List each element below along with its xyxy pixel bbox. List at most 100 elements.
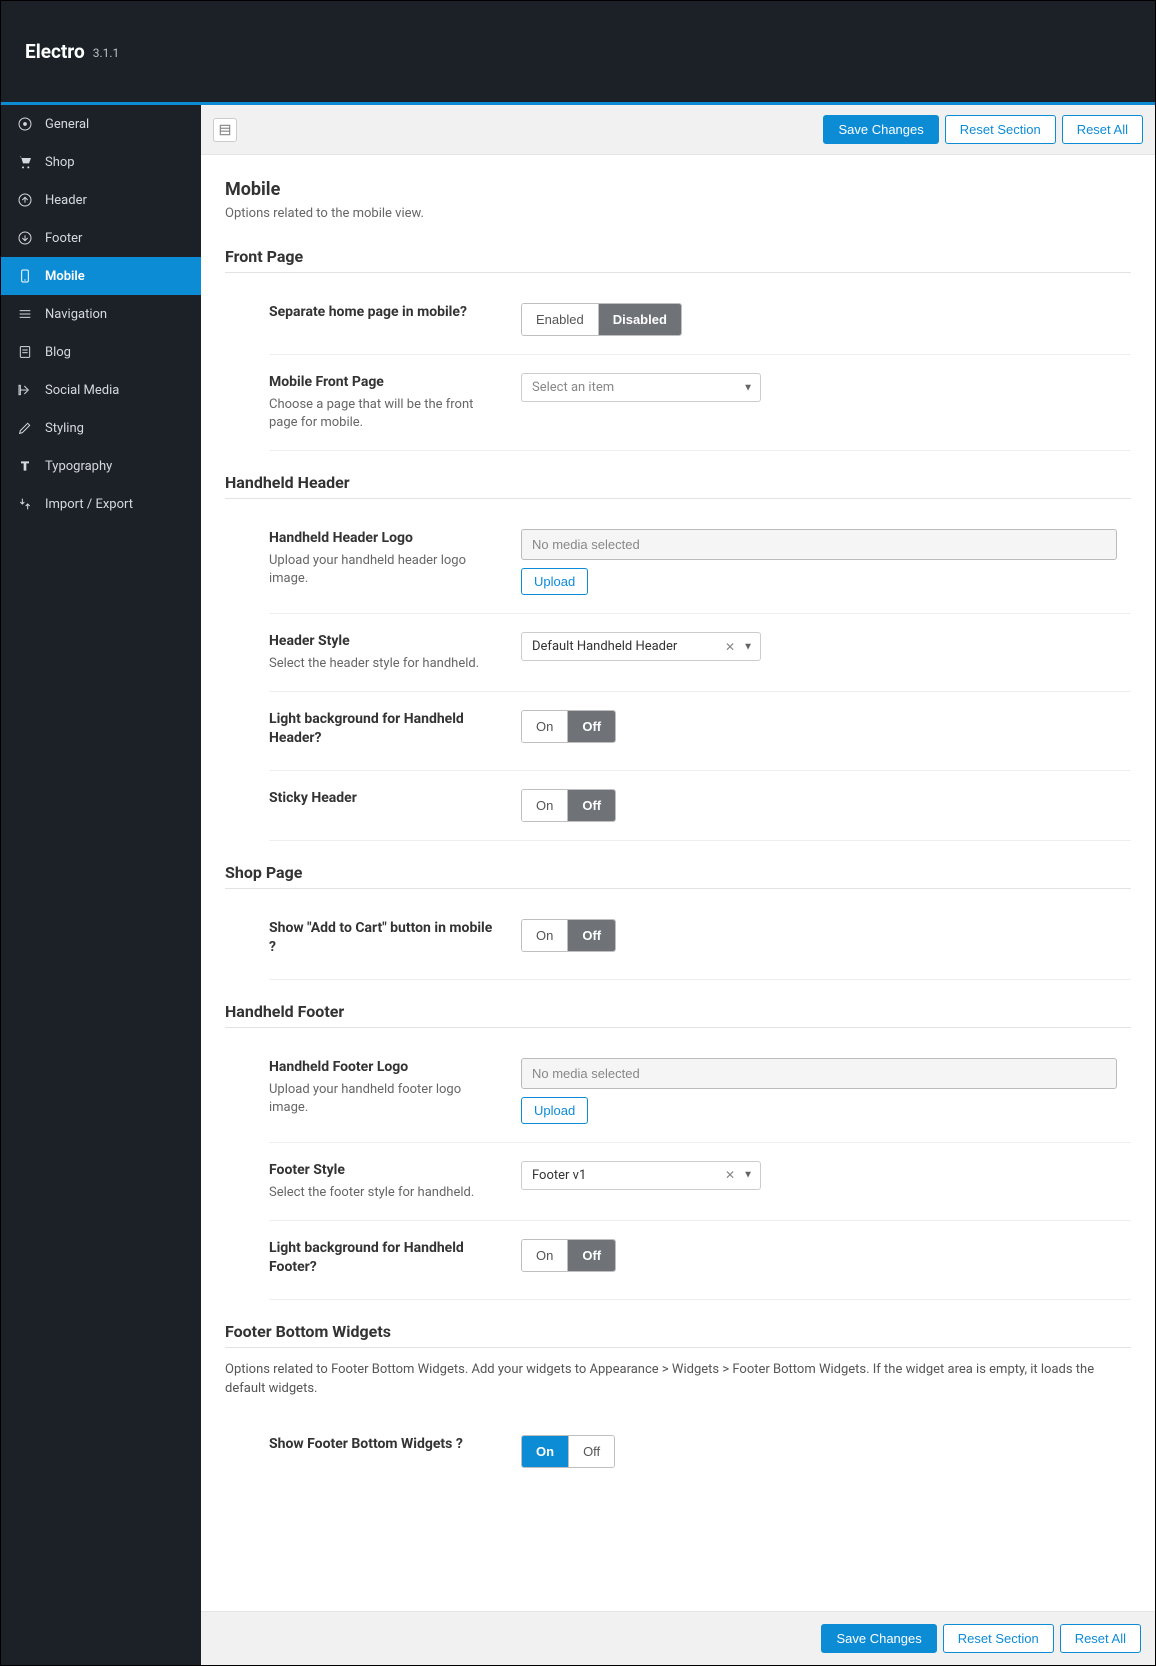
- toggle-on[interactable]: On: [522, 711, 567, 742]
- upload-button[interactable]: Upload: [521, 1097, 588, 1124]
- toggle-enabled[interactable]: Enabled: [522, 304, 598, 335]
- sidebar-item-styling[interactable]: Styling: [1, 409, 201, 447]
- sidebar-item-shop[interactable]: Shop: [1, 143, 201, 181]
- select-value: Select an item: [521, 373, 761, 402]
- toggle-off[interactable]: Off: [568, 1436, 614, 1467]
- toggle-disabled[interactable]: Disabled: [598, 304, 681, 335]
- upload-button[interactable]: Upload: [521, 568, 588, 595]
- section-heading-front-page: Front Page: [225, 247, 1131, 266]
- section-heading-footer-widgets: Footer Bottom Widgets: [225, 1322, 1131, 1341]
- toggle-off[interactable]: Off: [567, 920, 615, 951]
- field-label: Mobile Front Page: [269, 373, 501, 392]
- divider: [225, 1027, 1131, 1028]
- section-note: Options related to Footer Bottom Widgets…: [225, 1360, 1131, 1399]
- settings-panel: Mobile Options related to the mobile vie…: [201, 155, 1155, 1611]
- save-button[interactable]: Save Changes: [823, 115, 938, 144]
- toggle-off[interactable]: Off: [567, 790, 615, 821]
- media-input-header-logo[interactable]: [521, 529, 1117, 560]
- sidebar-item-footer[interactable]: Footer: [1, 219, 201, 257]
- sidebar-item-label: General: [45, 117, 89, 132]
- toggle-on[interactable]: On: [522, 1240, 567, 1271]
- sidebar: General Shop Header Footer Mobile Naviga…: [1, 105, 201, 1665]
- main: Save Changes Reset Section Reset All Mob…: [201, 105, 1155, 1665]
- app-header: Electro 3.1.1: [1, 1, 1155, 105]
- field-handheld-footer-logo: Handheld Footer Logo Upload your handhel…: [269, 1040, 1131, 1143]
- field-label: Light background for Handheld Header?: [269, 710, 501, 748]
- pencil-icon: [17, 420, 33, 436]
- reset-all-button[interactable]: Reset All: [1062, 115, 1143, 144]
- select-mobile-front-page[interactable]: Select an item ▼: [521, 373, 761, 402]
- select-header-style[interactable]: Default Handheld Header ✕ ▼: [521, 632, 761, 661]
- sidebar-item-general[interactable]: General: [1, 105, 201, 143]
- clear-icon[interactable]: ✕: [725, 1168, 735, 1182]
- sidebar-item-navigation[interactable]: Navigation: [1, 295, 201, 333]
- field-sublabel: Upload your handheld header logo image.: [269, 552, 501, 588]
- save-button-footer[interactable]: Save Changes: [821, 1624, 936, 1653]
- field-label: Footer Style: [269, 1161, 501, 1180]
- toggle-add-to-cart: On Off: [521, 919, 616, 952]
- field-sublabel: Choose a page that will be the front pag…: [269, 396, 501, 432]
- sidebar-item-label: Header: [45, 193, 87, 208]
- divider: [225, 1347, 1131, 1348]
- field-show-footer-widgets: Show Footer Bottom Widgets ? On Off: [269, 1417, 1131, 1486]
- field-footer-style: Footer Style Select the footer style for…: [269, 1143, 1131, 1221]
- sidebar-item-header[interactable]: Header: [1, 181, 201, 219]
- media-input-footer-logo[interactable]: [521, 1058, 1117, 1089]
- toggle-header-light-bg: On Off: [521, 710, 616, 743]
- divider: [225, 498, 1131, 499]
- sidebar-item-typography[interactable]: Typography: [1, 447, 201, 485]
- app-version: 3.1.1: [93, 46, 120, 60]
- footer-toolbar: Save Changes Reset Section Reset All: [201, 1611, 1155, 1665]
- page-title: Mobile: [225, 179, 1131, 200]
- toggle-separate-home: Enabled Disabled: [521, 303, 682, 336]
- sidebar-item-import-export[interactable]: Import / Export: [1, 485, 201, 523]
- field-sublabel: Upload your handheld footer logo image.: [269, 1081, 501, 1117]
- field-label: Handheld Header Logo: [269, 529, 501, 548]
- sidebar-item-blog[interactable]: Blog: [1, 333, 201, 371]
- field-separate-home: Separate home page in mobile? Enabled Di…: [269, 285, 1131, 355]
- toggle-on[interactable]: On: [522, 790, 567, 821]
- toggle-on[interactable]: On: [522, 920, 567, 951]
- reset-section-button[interactable]: Reset Section: [945, 115, 1056, 144]
- field-sublabel: Select the footer style for handheld.: [269, 1184, 501, 1202]
- page-description: Options related to the mobile view.: [225, 206, 1131, 221]
- field-label: Show "Add to Cart" button in mobile ?: [269, 919, 501, 957]
- reset-all-button-footer[interactable]: Reset All: [1060, 1624, 1141, 1653]
- clear-icon[interactable]: ✕: [725, 640, 735, 654]
- app-root: Electro 3.1.1 General Shop Header Footer: [0, 0, 1156, 1666]
- field-header-style: Header Style Select the header style for…: [269, 614, 1131, 692]
- toggle-footer-light-bg: On Off: [521, 1239, 616, 1272]
- field-header-light-bg: Light background for Handheld Header? On…: [269, 692, 1131, 771]
- menu-icon: [17, 306, 33, 322]
- sidebar-item-label: Mobile: [45, 269, 85, 284]
- section-heading-handheld-footer: Handheld Footer: [225, 1002, 1131, 1021]
- mobile-icon: [17, 268, 33, 284]
- toggle-on[interactable]: On: [522, 1436, 568, 1467]
- field-footer-light-bg: Light background for Handheld Footer? On…: [269, 1221, 1131, 1300]
- expand-all-button[interactable]: [213, 118, 237, 142]
- field-handheld-header-logo: Handheld Header Logo Upload your handhel…: [269, 511, 1131, 614]
- sidebar-item-label: Styling: [45, 421, 84, 436]
- field-label: Header Style: [269, 632, 501, 651]
- toggle-footer-widgets: On Off: [521, 1435, 615, 1468]
- sidebar-item-mobile[interactable]: Mobile: [1, 257, 201, 295]
- divider: [225, 272, 1131, 273]
- sidebar-item-label: Footer: [45, 231, 82, 246]
- field-label: Show Footer Bottom Widgets ?: [269, 1435, 501, 1454]
- import-export-icon: [17, 496, 33, 512]
- app-title: Electro: [25, 40, 85, 63]
- toggle-off[interactable]: Off: [567, 711, 615, 742]
- field-label: Handheld Footer Logo: [269, 1058, 501, 1077]
- app-body: General Shop Header Footer Mobile Naviga…: [1, 105, 1155, 1665]
- field-sublabel: Select the header style for handheld.: [269, 655, 501, 673]
- sidebar-item-social[interactable]: Social Media: [1, 371, 201, 409]
- section-heading-handheld-header: Handheld Header: [225, 473, 1131, 492]
- field-label: Sticky Header: [269, 789, 501, 808]
- arrow-up-circle-icon: [17, 192, 33, 208]
- toggle-off[interactable]: Off: [567, 1240, 615, 1271]
- reset-section-button-footer[interactable]: Reset Section: [943, 1624, 1054, 1653]
- typography-icon: [17, 458, 33, 474]
- select-footer-style[interactable]: Footer v1 ✕ ▼: [521, 1161, 761, 1190]
- cart-icon: [17, 154, 33, 170]
- sidebar-item-label: Typography: [45, 459, 112, 474]
